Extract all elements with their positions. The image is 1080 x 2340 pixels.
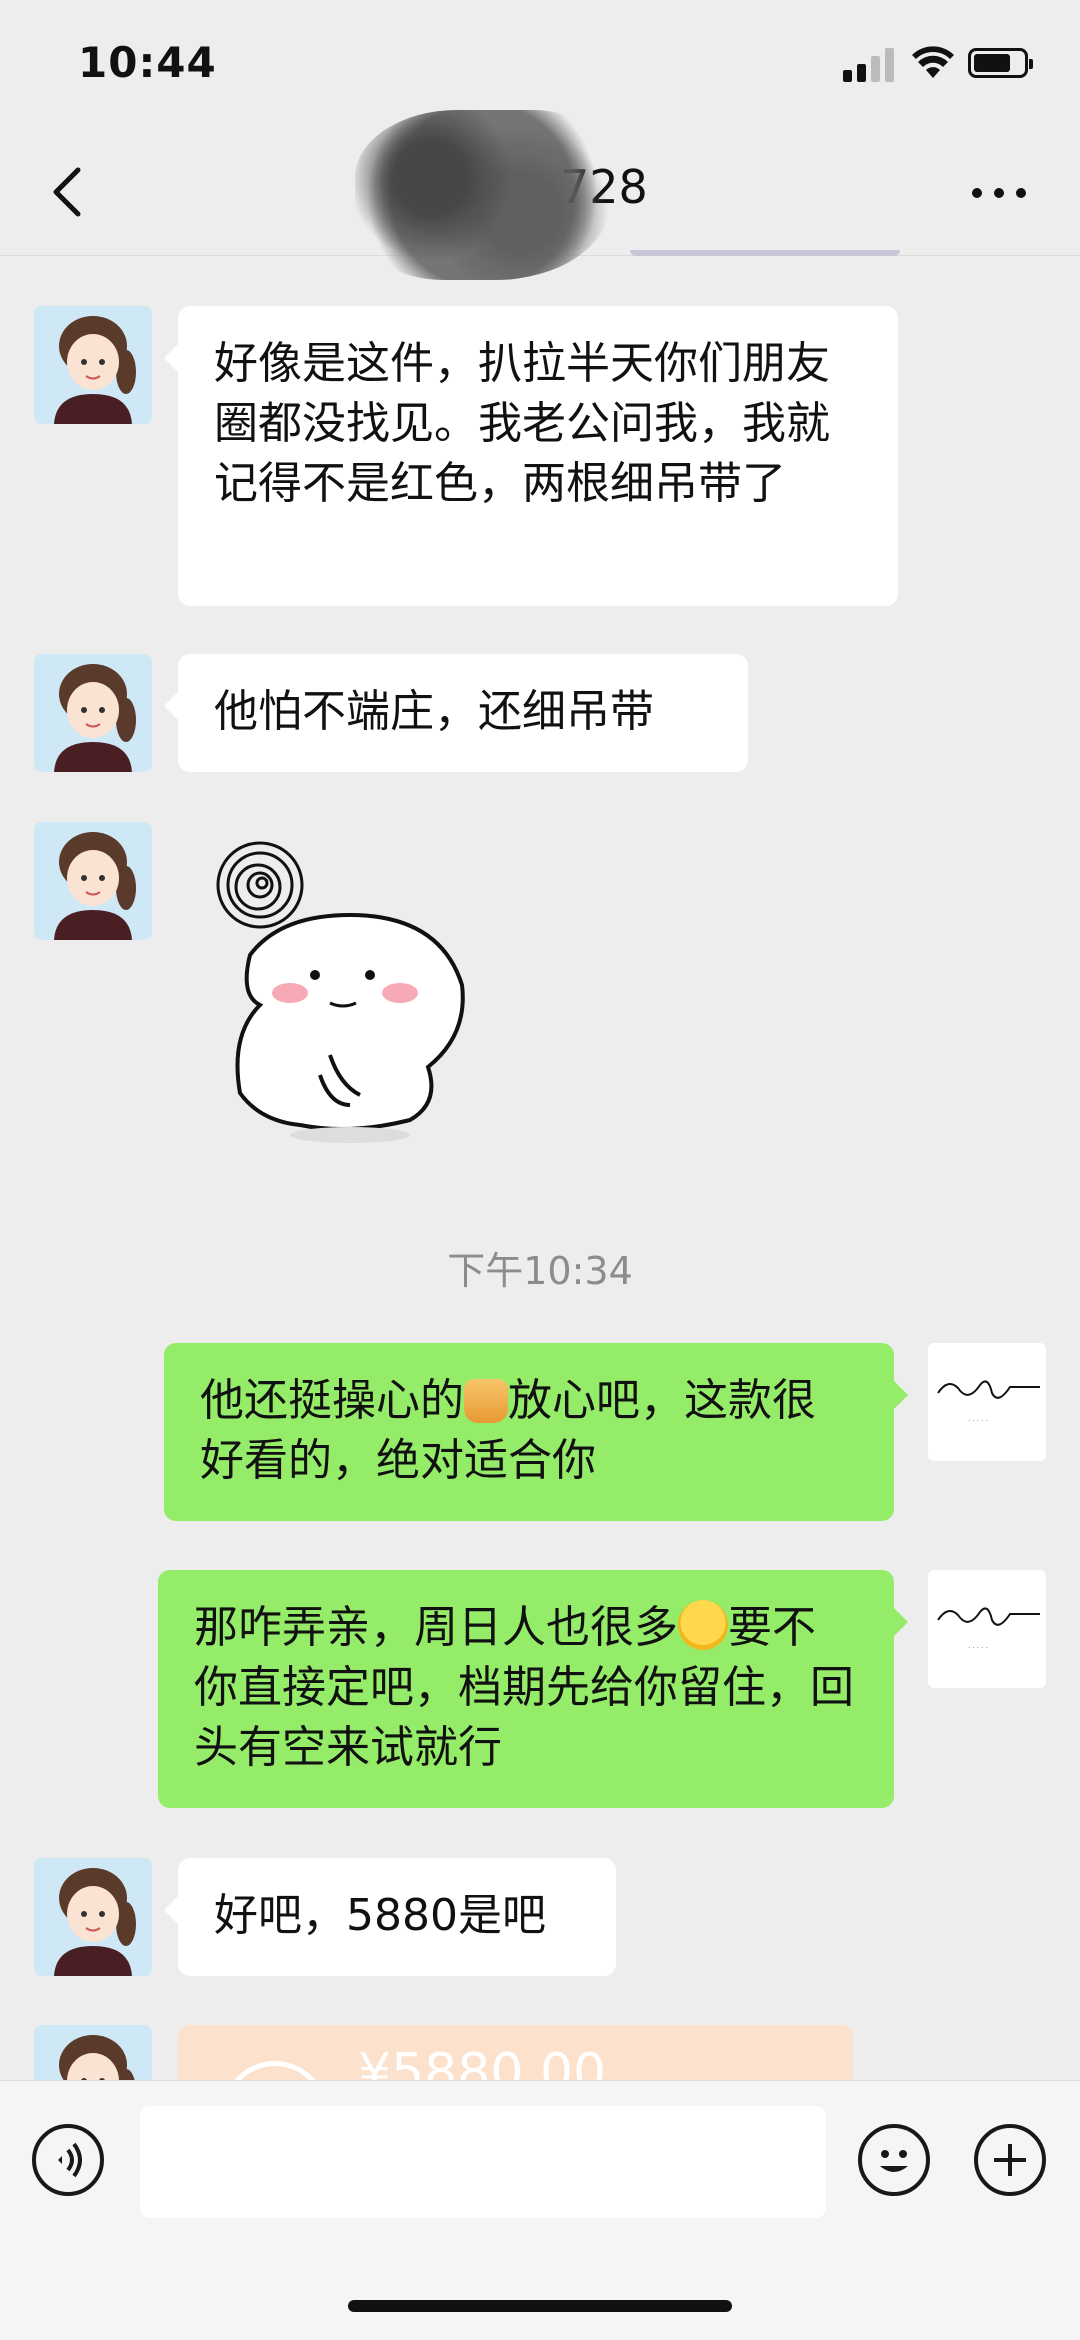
outgoing-message[interactable]: 那咋弄亲，周日人也很多 要不你直接定吧，档期先给你留住，回头有空来试就行: [158, 1570, 908, 1808]
more-options-icon[interactable]: [972, 184, 1028, 200]
girl-avatar-icon: [34, 1858, 152, 1976]
wifi-icon: [912, 46, 954, 78]
signature-logo-icon: · · · · ·: [937, 1380, 1040, 1425]
incoming-message[interactable]: 好像是这件，扒拉半天你们朋友圈都没找见。我老公问我，我就记得不是红色，两根细吊带…: [164, 306, 898, 606]
girl-avatar-icon: [34, 306, 152, 424]
redaction-scribble: [355, 110, 610, 280]
status-time: 10:44: [78, 38, 217, 87]
sticker-image[interactable]: [200, 835, 480, 1145]
incoming-message[interactable]: 他怕不端庄，还细吊带: [164, 654, 748, 772]
avatar[interactable]: [34, 822, 152, 940]
avatar[interactable]: · · · · ·: [928, 1570, 1046, 1688]
girl-avatar-icon: [34, 822, 152, 940]
message-text: 他还挺操心的: [200, 1375, 464, 1426]
more-actions-button[interactable]: [974, 2124, 1046, 2196]
avatar[interactable]: · · · · ·: [928, 1343, 1046, 1461]
battery-icon: [968, 48, 1033, 78]
thumbs-up-icon: [464, 1379, 508, 1423]
signal-icon: [843, 48, 897, 82]
voice-icon: [58, 2142, 82, 2178]
smiley-icon: [880, 2150, 908, 2172]
svg-text:· · · · ·: · · · · ·: [968, 1644, 988, 1652]
message-input[interactable]: [140, 2106, 826, 2218]
incoming-message[interactable]: 好吧，5880是吧: [164, 1858, 616, 1976]
plus-icon: [994, 2144, 1026, 2176]
home-indicator: [348, 2300, 732, 2312]
message-timestamp: 下午10:34: [447, 1249, 633, 1293]
pinned-strip: [630, 250, 900, 256]
message-text: 那咋弄亲，周日人也很多: [194, 1602, 678, 1653]
emoji-button[interactable]: [858, 2124, 930, 2196]
avatar[interactable]: [34, 654, 152, 772]
outgoing-message[interactable]: 他还挺操心的 放心吧，这款很好看的，绝对适合你: [164, 1343, 908, 1521]
voice-input-button[interactable]: [32, 2124, 104, 2196]
svg-text:· · · · ·: · · · · ·: [968, 1417, 988, 1425]
laughing-tears-icon: [678, 1600, 728, 1650]
back-icon[interactable]: [48, 166, 88, 218]
girl-avatar-icon: [34, 654, 152, 772]
avatar[interactable]: [34, 306, 152, 424]
avatar[interactable]: [34, 1858, 152, 1976]
signature-logo-icon: · · · · ·: [937, 1607, 1040, 1652]
